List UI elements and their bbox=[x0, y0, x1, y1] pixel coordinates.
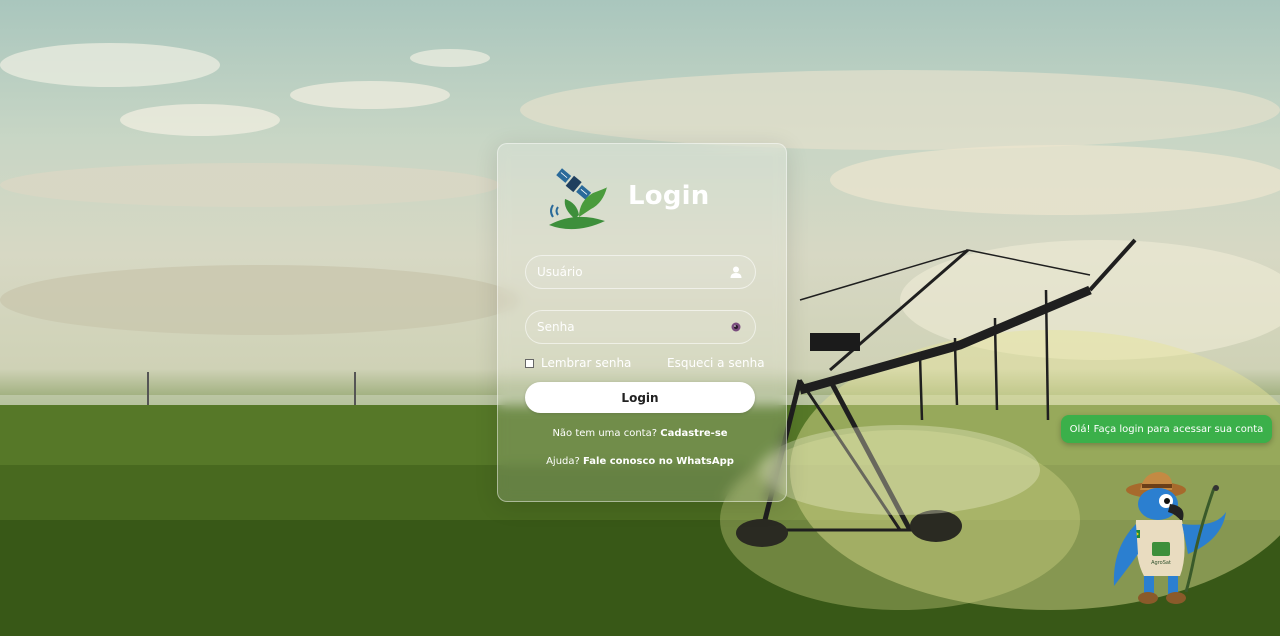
forgot-password-link[interactable]: Esqueci a senha bbox=[667, 356, 765, 370]
login-button[interactable]: Login bbox=[525, 382, 755, 413]
svg-text:AgroSat: AgroSat bbox=[1151, 560, 1171, 566]
whatsapp-help-link[interactable]: Fale conosco no WhatsApp bbox=[583, 456, 734, 467]
help-prefix: Ajuda? bbox=[546, 456, 580, 467]
username-field[interactable] bbox=[525, 255, 756, 289]
signup-line: Não tem uma conta? Cadastre-se bbox=[525, 428, 755, 439]
login-title: Login bbox=[628, 181, 710, 211]
remember-checkbox[interactable] bbox=[525, 358, 534, 368]
remember-label: Lembrar senha bbox=[541, 356, 632, 370]
password-field[interactable] bbox=[525, 310, 756, 344]
help-line: Ajuda? Fale conosco no WhatsApp bbox=[525, 456, 755, 467]
eye-icon[interactable] bbox=[729, 320, 743, 334]
signup-link[interactable]: Cadastre-se bbox=[660, 428, 727, 439]
signup-prefix: Não tem uma conta? bbox=[552, 428, 658, 439]
macaw-mascot-icon[interactable]: AgroSat bbox=[1104, 468, 1230, 610]
chat-bubble[interactable]: Olá! Faça login para acessar sua conta bbox=[1061, 415, 1272, 443]
satellite-leaf-logo-icon bbox=[549, 168, 608, 230]
remember-password[interactable]: Lembrar senha bbox=[525, 356, 631, 370]
user-icon bbox=[730, 266, 742, 278]
password-input[interactable] bbox=[526, 311, 755, 343]
username-input[interactable] bbox=[526, 256, 755, 288]
